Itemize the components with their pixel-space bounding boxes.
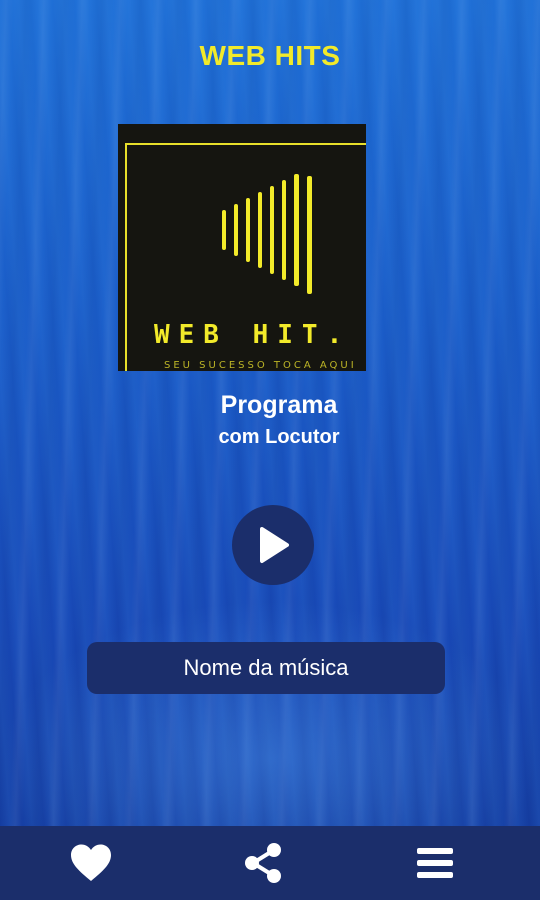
app-title: WEB HITS xyxy=(199,40,341,71)
background-glow xyxy=(0,600,540,826)
play-icon xyxy=(260,527,289,563)
menu-button[interactable] xyxy=(412,840,458,886)
program-host: com Locutor xyxy=(218,426,340,448)
share-icon xyxy=(245,843,281,883)
program-title: Programa xyxy=(220,391,338,419)
album-cover: WEB HIT. SEU SUCESSO TOCA AQUI xyxy=(118,124,366,371)
favorite-button[interactable] xyxy=(68,840,114,886)
menu-icon xyxy=(417,848,453,878)
heart-icon xyxy=(71,844,111,881)
share-button[interactable] xyxy=(240,840,286,886)
cover-brand-text: WEB HIT. xyxy=(154,320,352,350)
now-playing-label: Nome da música xyxy=(87,642,445,694)
play-button[interactable] xyxy=(232,505,314,585)
bottom-toolbar xyxy=(0,826,540,900)
cover-tagline: SEU SUCESSO TOCA AQUI xyxy=(164,360,357,371)
